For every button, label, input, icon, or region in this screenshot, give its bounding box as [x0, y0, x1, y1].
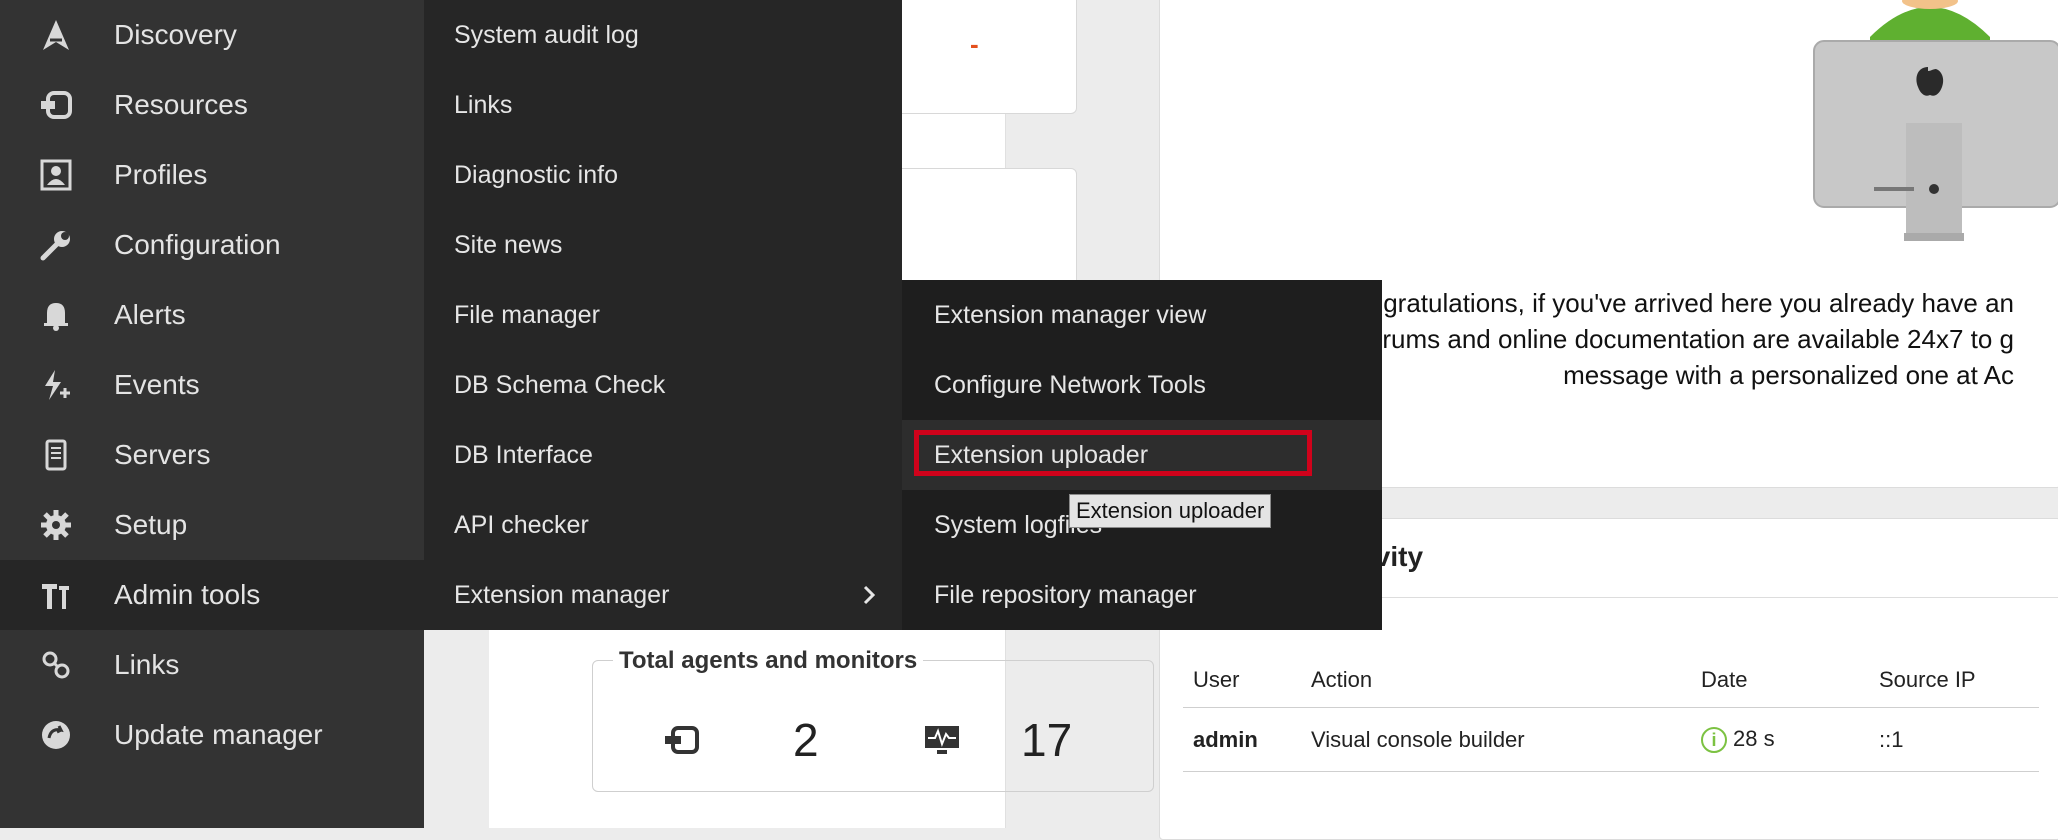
menu-item-label: Extension manager	[454, 580, 670, 609]
welcome-illustration	[1810, 0, 2058, 247]
menu-item-file-manager[interactable]: File manager	[424, 280, 902, 350]
highlight-box	[914, 430, 1312, 476]
row-ip: ::1	[1869, 707, 2039, 773]
row-action: Visual console builder	[1301, 707, 1691, 773]
admin-tools-icon	[36, 575, 76, 615]
monitors-count: 17	[1021, 714, 1073, 766]
sidebar-item-admin-tools[interactable]: Admin tools	[0, 560, 424, 630]
col-action: Action	[1301, 653, 1691, 708]
wrench-icon	[36, 225, 76, 265]
sidebar-item-alerts[interactable]: Alerts	[0, 280, 424, 350]
sidebar-item-label: Servers	[114, 439, 211, 470]
sidebar-item-profiles[interactable]: Profiles	[0, 140, 424, 210]
totals-row: 2 17	[663, 713, 1151, 767]
totals-panel: Total agents and monitors 2 17	[592, 647, 1154, 792]
update-icon	[36, 715, 76, 755]
row-user: admin	[1183, 707, 1301, 773]
col-date: Date	[1691, 653, 1869, 708]
agents-icon	[663, 724, 701, 756]
sidebar-item-label: Admin tools	[114, 579, 261, 610]
sidebar: Discovery Resources Profiles Configurati…	[0, 0, 424, 828]
sidebar-item-events[interactable]: Events	[0, 350, 424, 420]
menu-item-db-interface[interactable]: DB Interface	[424, 420, 902, 490]
gear-icon	[36, 505, 76, 545]
resources-icon	[36, 85, 76, 125]
discovery-icon	[36, 15, 76, 55]
menu-item-extension-manager-view[interactable]: Extension manager view	[902, 280, 1382, 350]
menu-item-extension-uploader[interactable]: Extension uploader	[902, 420, 1382, 490]
menu-item-api-checker[interactable]: API checker	[424, 490, 902, 560]
server-icon	[36, 435, 76, 475]
sidebar-item-label: Update manager	[114, 719, 323, 750]
admin-tools-submenu: System audit log Links Diagnostic info S…	[424, 0, 902, 630]
tooltip: Extension uploader	[1069, 494, 1272, 528]
sidebar-item-label: Resources	[114, 89, 248, 120]
menu-item-diagnostic-info[interactable]: Diagnostic info	[424, 140, 902, 210]
menu-item-configure-network-tools[interactable]: Configure Network Tools	[902, 350, 1382, 420]
profiles-icon	[36, 155, 76, 195]
chevron-right-icon	[862, 584, 876, 613]
info-icon[interactable]: i	[1701, 727, 1727, 754]
status-dash-red: -	[970, 29, 979, 59]
sidebar-item-label: Alerts	[114, 299, 186, 330]
sidebar-item-label: Setup	[114, 509, 188, 540]
sidebar-item-label: Profiles	[114, 159, 208, 190]
monitors-icon	[923, 724, 961, 756]
agents-count: 2	[793, 714, 819, 766]
menu-item-system-audit-log[interactable]: System audit log	[424, 0, 902, 70]
row-date-cell: i 28 s	[1691, 707, 1869, 773]
totals-title: Total agents and monitors	[613, 647, 924, 675]
sidebar-item-setup[interactable]: Setup	[0, 490, 424, 560]
sidebar-item-update-manager[interactable]: Update manager	[0, 700, 424, 770]
sidebar-item-resources[interactable]: Resources	[0, 70, 424, 140]
table-row: admin Visual console builder i 28 s ::1	[1183, 707, 2039, 773]
extension-manager-submenu: Extension manager view Configure Network…	[902, 280, 1382, 630]
menu-item-file-repository-manager[interactable]: File repository manager	[902, 560, 1382, 630]
sidebar-item-configuration[interactable]: Configuration	[0, 210, 424, 280]
row-date: 28 s	[1733, 726, 1775, 751]
col-user: User	[1183, 653, 1301, 708]
activity-header-row: User Action Date Source IP	[1183, 653, 2039, 708]
activity-table: User Action Date Source IP admin Visual …	[1183, 653, 2039, 773]
menu-item-db-schema-check[interactable]: DB Schema Check	[424, 350, 902, 420]
sidebar-item-discovery[interactable]: Discovery	[0, 0, 424, 70]
sidebar-item-servers[interactable]: Servers	[0, 420, 424, 490]
bell-icon	[36, 295, 76, 335]
events-icon	[36, 365, 76, 405]
link-icon	[36, 645, 76, 685]
menu-item-links[interactable]: Links	[424, 70, 902, 140]
menu-item-site-news[interactable]: Site news	[424, 210, 902, 280]
sidebar-item-label: Events	[114, 369, 200, 400]
sidebar-item-label: Configuration	[114, 229, 281, 260]
menu-item-extension-manager[interactable]: Extension manager	[424, 560, 902, 630]
sidebar-item-label: Links	[114, 649, 180, 680]
col-source-ip: Source IP	[1869, 653, 2039, 708]
sidebar-item-links[interactable]: Links	[0, 630, 424, 700]
sidebar-item-label: Discovery	[114, 19, 237, 50]
